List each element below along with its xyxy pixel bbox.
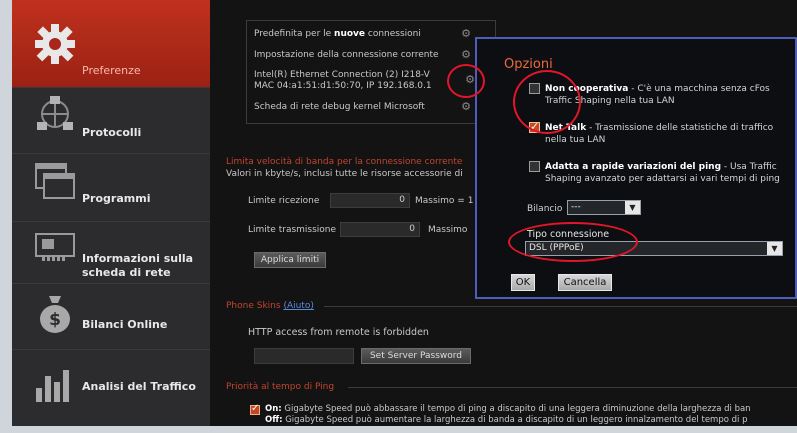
ping-on-description: On: Gigabyte Speed può abbassare il temp… (265, 404, 751, 414)
remote-access-status: HTTP access from remote is forbidden (248, 327, 429, 338)
balance-label: Bilancio (527, 204, 563, 214)
bandwidth-section-title: Limita velocità di banda per la connessi… (226, 157, 463, 167)
highlight-ring (513, 70, 581, 134)
network-icon (37, 96, 73, 130)
options-dialog: Opzioni Non cooperativa - C'è una macchi… (475, 37, 797, 299)
money-bag-icon: $ (40, 296, 70, 333)
balance-select[interactable]: --- ▼ (567, 200, 641, 215)
sidebar-item-protocolli[interactable]: Protocolli (12, 88, 210, 154)
non-cooperative-label: Non cooperativa - C'è una macchina senza… (545, 84, 770, 106)
sidebar-item-label: Protocolli (82, 126, 142, 139)
connection-debug[interactable]: Scheda di rete debug kernel Microsoft (254, 102, 425, 112)
tx-limit-input[interactable]: 0 (340, 222, 420, 237)
connection-intel-details: MAC 04:a1:51:d1:50:70, IP 192.168.0.1 (254, 81, 432, 91)
sidebar-item-label: Informazioni sulla scheda di rete (82, 252, 194, 279)
sidebar-item-label: Preferenze (82, 64, 141, 77)
highlight-ring (508, 222, 638, 262)
sidebar-item-analisi-traffico[interactable]: Analisi del Traffico (12, 350, 210, 426)
connection-default[interactable]: Predefinita per le nuove connessioni (254, 29, 421, 39)
gear-icon[interactable]: ⚙ (460, 28, 472, 40)
ok-button[interactable]: OK (511, 274, 535, 291)
desktop-edge (0, 426, 797, 433)
gear-icon (35, 24, 75, 64)
rx-max-label: Massimo = 1 (415, 196, 474, 206)
tx-limit-label: Limite trasmissione (248, 225, 337, 235)
set-server-password-button[interactable]: Set Server Password (361, 348, 471, 364)
net-talk-label: Net Talk - Trasmissione delle statistich… (545, 123, 774, 145)
sidebar-item-bilanci-online[interactable]: $ Bilanci Online (12, 284, 210, 350)
divider (348, 387, 797, 388)
chevron-down-icon: ▼ (767, 242, 782, 255)
app-window: Preferenze Protocolli Programmi Informaz… (0, 0, 797, 433)
ping-priority-title: Priorità al tempo di Ping (226, 382, 335, 392)
phone-skins-title: Phone Skins (Aiuto) (226, 301, 314, 311)
connection-intel[interactable]: Intel(R) Ethernet Connection (2) I218-V (254, 70, 430, 80)
ping-priority-checkbox[interactable] (250, 403, 260, 415)
sidebar-item-label: Programmi (82, 192, 151, 205)
highlight-ring (447, 64, 485, 98)
bandwidth-subtitle: Valori in kbyte/s, inclusi tutte le riso… (226, 169, 463, 179)
server-password-input[interactable] (254, 348, 354, 364)
sidebar-item-label: Analisi del Traffico (82, 380, 196, 393)
ping-off-description: Off: Gigabyte Speed può aumentare la lar… (265, 415, 748, 425)
windows-icon (35, 163, 75, 199)
apply-limits-button[interactable]: Applica limiti (254, 252, 326, 268)
cancel-button[interactable]: Cancella (558, 274, 612, 291)
sidebar: Preferenze Protocolli Programmi Informaz… (12, 0, 210, 426)
gear-icon[interactable]: ⚙ (460, 49, 472, 61)
bar-chart-icon (36, 370, 69, 402)
connection-current[interactable]: Impostazione della connessione corrente (254, 50, 439, 60)
gear-icon[interactable]: ⚙ (460, 101, 472, 113)
divider (324, 306, 797, 307)
desktop-edge (0, 0, 12, 433)
tx-max-label: Massimo (428, 225, 468, 235)
network-card-icon (35, 233, 75, 261)
sidebar-item-preferenze[interactable]: Preferenze (12, 0, 210, 88)
sidebar-item-informazioni-scheda[interactable]: Informazioni sulla scheda di rete (12, 222, 210, 284)
chevron-down-icon: ▼ (625, 201, 640, 214)
sidebar-item-programmi[interactable]: Programmi (12, 154, 210, 222)
rx-limit-input[interactable]: 0 (330, 193, 410, 208)
adaptive-ping-label: Adatta a rapide variazioni del ping - Us… (545, 162, 780, 184)
sidebar-item-label: Bilanci Online (82, 318, 168, 331)
help-link[interactable]: (Aiuto) (283, 301, 313, 311)
rx-limit-label: Limite ricezione (248, 196, 320, 206)
adaptive-ping-checkbox[interactable] (529, 161, 540, 172)
svg-text:$: $ (49, 310, 61, 330)
